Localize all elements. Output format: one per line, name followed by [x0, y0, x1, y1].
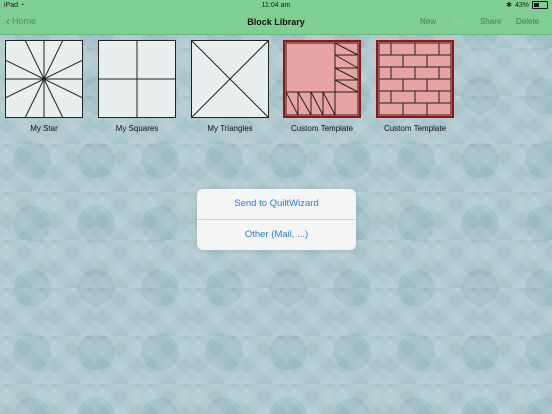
triangles-block-thumbnail: [191, 40, 269, 118]
custom-template-thumbnail: [376, 40, 454, 118]
star-block-thumbnail: [5, 40, 83, 118]
share-button[interactable]: Share: [480, 17, 501, 26]
battery-percent: 43%: [514, 1, 529, 9]
block-my-squares[interactable]: [98, 40, 176, 118]
block-label-my-squares: My Squares: [115, 124, 159, 133]
status-right: ✱ 43%: [506, 1, 548, 9]
squares-block-thumbnail: [98, 40, 176, 118]
block-label-my-triangles: My Triangles: [207, 124, 253, 133]
page-title: Block Library: [247, 17, 305, 27]
status-bar: iPad ◔ 11:04 am ✱ 43%: [0, 0, 552, 12]
edit-button[interactable]: Edit: [453, 17, 467, 26]
block-custom-template-2[interactable]: [376, 40, 454, 118]
block-my-triangles[interactable]: [191, 40, 269, 118]
block-label-custom-template-2: Custom Template: [383, 124, 447, 133]
block-label-custom-template-1: Custom Template: [290, 124, 354, 133]
custom-template-thumbnail: [283, 40, 361, 118]
send-to-quiltwizard-option[interactable]: Send to QuiltWizard: [197, 189, 356, 219]
block-label-my-star: My Star: [30, 124, 58, 133]
other-mail-option[interactable]: Other (Mail, ...): [197, 220, 356, 250]
status-time: 11:04 am: [261, 2, 291, 9]
battery-icon: [532, 1, 548, 9]
block-custom-template-1[interactable]: [283, 40, 361, 118]
delete-button[interactable]: Delete: [516, 17, 539, 26]
share-options-popover: Send to QuiltWizard Other (Mail, ...): [197, 189, 356, 250]
navigation-bar: ‹ Home Block Library New Edit Share Dele…: [0, 12, 552, 35]
bluetooth-icon: ✱: [506, 2, 512, 9]
block-my-star[interactable]: [5, 40, 83, 118]
new-button[interactable]: New: [420, 17, 436, 26]
